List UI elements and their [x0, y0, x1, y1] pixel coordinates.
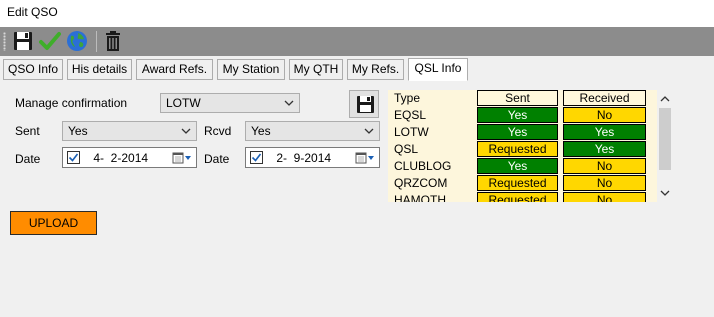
qsl-status-table: Type Sent Received EQSL Yes No LOTW Yes …: [388, 90, 657, 202]
row-type: HAMQTH: [394, 193, 446, 202]
calendar-dropdown-icon[interactable]: [172, 151, 192, 165]
manage-confirmation-label: Manage confirmation: [15, 96, 128, 110]
check-icon: [68, 153, 79, 162]
save-icon: [357, 96, 374, 113]
tab-his-details[interactable]: His details: [67, 59, 132, 80]
check-icon: [251, 153, 262, 162]
sent-date-label: Date: [15, 152, 41, 166]
table-scrollbar[interactable]: [657, 90, 673, 202]
table-row[interactable]: EQSL Yes No: [388, 107, 657, 124]
chevron-down-icon: [364, 128, 374, 134]
sent-select[interactable]: Yes: [62, 121, 197, 141]
row-received-status: No: [563, 158, 646, 174]
row-type: QRZCOM: [394, 176, 448, 190]
sent-value: Yes: [68, 124, 88, 138]
row-type: QSL: [394, 142, 419, 156]
scrollbar-thumb[interactable]: [659, 108, 671, 170]
row-received-status: No: [563, 175, 646, 191]
toolbar-separator: [96, 31, 97, 52]
table-row[interactable]: QRZCOM Requested No: [388, 175, 657, 192]
title-bar: Edit QSO: [0, 0, 714, 27]
tab-qsl-info[interactable]: QSL Info: [408, 58, 468, 81]
row-type: CLUBLOG: [394, 159, 452, 173]
scroll-down-icon[interactable]: [659, 187, 671, 199]
row-type: EQSL: [394, 108, 427, 122]
row-received-status: Yes: [563, 124, 646, 140]
manage-confirmation-value: LOTW: [166, 96, 201, 110]
row-type: LOTW: [394, 125, 429, 139]
lookup-button[interactable]: [66, 30, 88, 52]
scroll-up-icon[interactable]: [659, 93, 671, 105]
table-header-row: Type Sent Received: [388, 90, 657, 107]
sent-date-checkbox[interactable]: [67, 151, 80, 164]
header-received: Received: [563, 90, 646, 106]
rcvd-label: Rcvd: [204, 124, 232, 138]
check-icon: [39, 32, 61, 50]
sent-date-value: 4- 2-2014: [90, 151, 149, 165]
row-sent-status: Yes: [477, 158, 558, 174]
window-title: Edit QSO: [7, 5, 58, 19]
rcvd-date-picker[interactable]: 2- 9-2014: [245, 147, 380, 168]
header-sent: Sent: [477, 90, 558, 106]
row-sent-status: Requested: [477, 141, 558, 157]
rcvd-date-label: Date: [204, 152, 230, 166]
tab-strip: QSO Info His details Award Refs. My Stat…: [0, 58, 714, 81]
header-type: Type: [394, 91, 421, 105]
toolbar: [0, 27, 714, 56]
toolbar-grip[interactable]: [3, 32, 6, 51]
calendar-dropdown-icon[interactable]: [355, 151, 375, 165]
table-row[interactable]: LOTW Yes Yes: [388, 124, 657, 141]
row-sent-status: Requested: [477, 175, 558, 191]
row-sent-status: Yes: [477, 107, 558, 123]
trash-icon: [106, 31, 120, 51]
globe-icon: [67, 31, 87, 51]
save-button[interactable]: [12, 30, 34, 52]
tab-my-qth[interactable]: My QTH: [289, 59, 343, 80]
manage-confirmation-select[interactable]: LOTW: [160, 93, 300, 113]
tab-my-refs[interactable]: My Refs.: [347, 59, 404, 80]
chevron-down-icon: [284, 100, 294, 106]
save-confirmation-button[interactable]: [349, 90, 379, 118]
tab-award-refs[interactable]: Award Refs.: [136, 59, 213, 80]
table-row[interactable]: CLUBLOG Yes No: [388, 158, 657, 175]
rcvd-value: Yes: [251, 124, 271, 138]
rcvd-date-checkbox[interactable]: [250, 151, 263, 164]
chevron-down-icon: [181, 128, 191, 134]
tab-my-station[interactable]: My Station: [217, 59, 285, 80]
row-sent-status: Requested: [477, 192, 558, 202]
row-received-status: No: [563, 192, 646, 202]
sent-date-picker[interactable]: 4- 2-2014: [62, 147, 197, 168]
row-received-status: Yes: [563, 141, 646, 157]
tab-qso-info[interactable]: QSO Info: [3, 59, 63, 80]
rcvd-select[interactable]: Yes: [245, 121, 380, 141]
upload-button[interactable]: UPLOAD: [10, 211, 97, 235]
table-row[interactable]: HAMQTH Requested No: [388, 192, 657, 202]
delete-button[interactable]: [102, 30, 124, 52]
confirm-button[interactable]: [39, 30, 61, 52]
save-icon: [14, 32, 32, 50]
rcvd-date-value: 2- 9-2014: [273, 151, 332, 165]
table-row[interactable]: QSL Requested Yes: [388, 141, 657, 158]
row-sent-status: Yes: [477, 124, 558, 140]
sent-label: Sent: [15, 124, 40, 138]
row-received-status: No: [563, 107, 646, 123]
